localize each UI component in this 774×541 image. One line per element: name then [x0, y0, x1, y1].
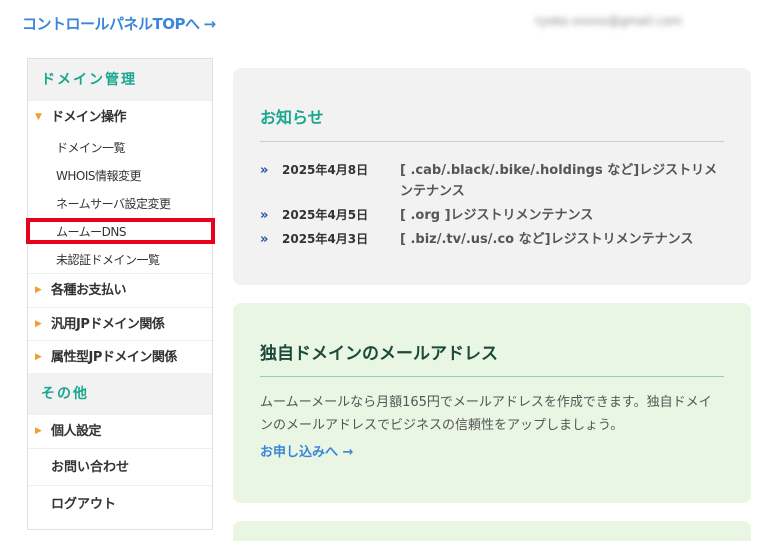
sidebar-item-unverified[interactable]: 未認証ドメイン一覧 [28, 246, 212, 274]
sidebar-group-personal[interactable]: ▶ 個人設定 [28, 415, 212, 448]
user-email: ryoko.xxxxx@gmail.com [535, 14, 683, 28]
double-chevron-icon: » [260, 232, 269, 247]
sidebar-group-attr-jp-domain[interactable]: ▶ 属性型JPドメイン関係 [28, 340, 212, 373]
news-item[interactable]: » 2025年4月3日 [ .biz/.tv/.us/.co など]レジストリメ… [260, 229, 724, 250]
sidebar-item-muumuu-dns[interactable]: ムームーDNS [28, 218, 212, 246]
control-panel-top-label: コントロールパネルTOPへ [22, 15, 200, 33]
divider [260, 376, 724, 377]
sidebar-item-nameserver[interactable]: ネームサーバ設定変更 [28, 190, 212, 218]
sidebar-section-other: その他 [28, 373, 212, 415]
triangle-right-icon: ▶ [35, 285, 42, 295]
sidebar-group-label: 汎用JPドメイン関係 [51, 317, 165, 332]
news-item[interactable]: » 2025年4月8日 [ .cab/.black/.bike/.holding… [260, 160, 724, 202]
sidebar-group-domain-ops[interactable]: ▼ ドメイン操作 [28, 101, 212, 134]
news-title: お知らせ [260, 108, 324, 127]
news-link[interactable]: [ .cab/.black/.bike/.holdings など]レジストリメン… [400, 163, 717, 199]
mail-card: 独自ドメインのメールアドレス ムームーメールなら月額165円でメールアドレスを作… [233, 303, 751, 503]
divider [260, 141, 724, 142]
sidebar-group-label: ドメイン操作 [51, 110, 127, 125]
news-link[interactable]: [ .biz/.tv/.us/.co など]レジストリメンテナンス [400, 232, 693, 247]
sidebar-section-domain: ドメイン管理 [28, 59, 212, 101]
sidebar-item-domain-list[interactable]: ドメイン一覧 [28, 134, 212, 162]
sidebar-group-label: 属性型JPドメイン関係 [51, 350, 177, 365]
sidebar-item-whois[interactable]: WHOIS情報変更 [28, 162, 212, 190]
next-card [233, 521, 751, 541]
sidebar-group-label: 個人設定 [51, 424, 102, 439]
triangle-down-icon: ▼ [35, 112, 42, 122]
sidebar-group-payments[interactable]: ▶ 各種お支払い [28, 274, 212, 307]
double-chevron-icon: » [260, 163, 269, 178]
news-date: 2025年4月5日 [282, 208, 369, 222]
news-date: 2025年4月3日 [282, 232, 369, 246]
mail-title: 独自ドメインのメールアドレス [260, 344, 498, 364]
sidebar-item-logout[interactable]: ログアウト [28, 485, 212, 522]
triangle-right-icon: ▶ [35, 426, 42, 436]
sidebar-group-jp-domain[interactable]: ▶ 汎用JPドメイン関係 [28, 307, 212, 340]
news-item[interactable]: » 2025年4月5日 [ .org ]レジストリメンテナンス [260, 205, 724, 226]
double-chevron-icon: » [260, 208, 269, 223]
news-date: 2025年4月8日 [282, 163, 369, 177]
sidebar: ドメイン管理 ▼ ドメイン操作 ドメイン一覧 WHOIS情報変更 ネームサーバ設… [27, 58, 213, 530]
sidebar-item-contact[interactable]: お問い合わせ [28, 448, 212, 485]
news-card: お知らせ » 2025年4月8日 [ .cab/.black/.bike/.ho… [233, 68, 751, 285]
mail-signup-link[interactable]: お申し込みへ → [260, 441, 724, 460]
triangle-right-icon: ▶ [35, 319, 42, 329]
news-list: » 2025年4月8日 [ .cab/.black/.bike/.holding… [260, 160, 724, 250]
mail-description: ムームーメールなら月額165円でメールアドレスを作成できます。独自ドメインのメー… [260, 395, 712, 433]
control-panel-top-link[interactable]: コントロールパネルTOPへ → [22, 13, 216, 34]
sidebar-group-label: 各種お支払い [51, 283, 127, 298]
triangle-right-icon: ▶ [35, 352, 42, 362]
arrow-right-icon: → [203, 15, 216, 33]
news-link[interactable]: [ .org ]レジストリメンテナンス [400, 208, 593, 223]
